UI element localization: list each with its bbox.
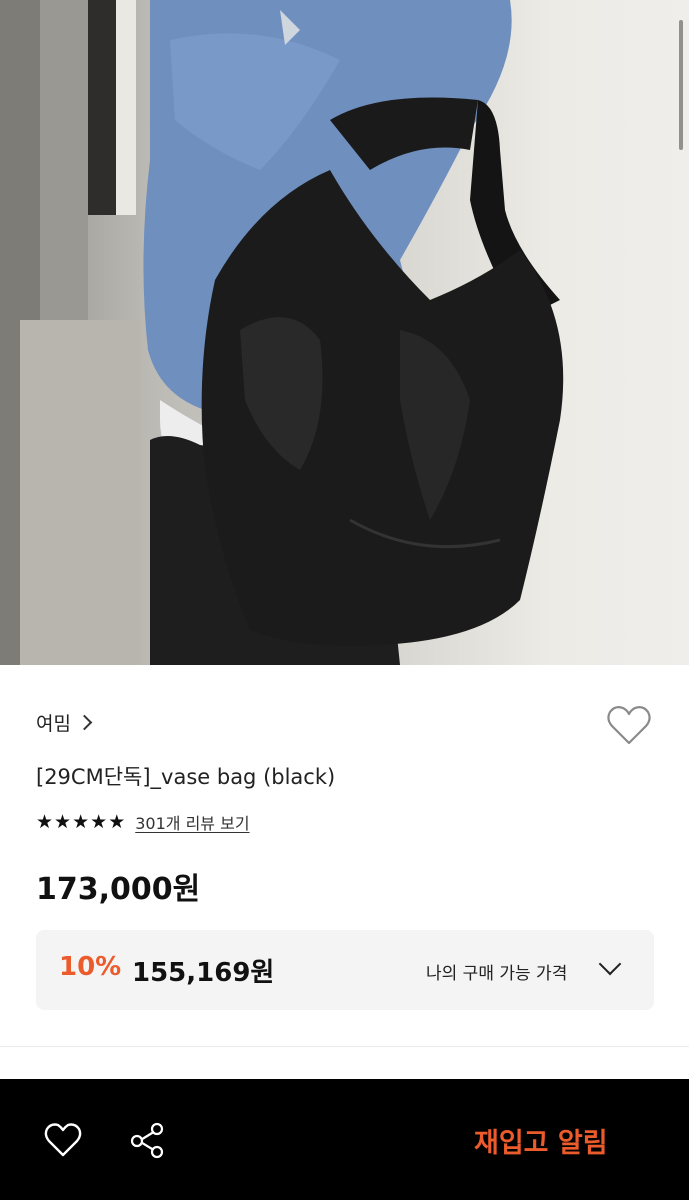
chevron-down-icon	[598, 952, 622, 976]
product-image	[0, 0, 689, 665]
star-icon: ★	[108, 811, 126, 833]
my-price-label: 나의 구매 가능 가격	[426, 964, 568, 984]
discount-percent: 10%	[59, 952, 122, 982]
share-icon	[130, 1122, 164, 1159]
heart-outline-icon	[607, 706, 651, 745]
product-photo	[0, 0, 564, 665]
brand-link[interactable]: 여밈	[36, 708, 93, 736]
star-icon: ★	[72, 811, 90, 833]
star-icon: ★	[36, 811, 54, 833]
product-price: 173,000원	[36, 872, 201, 907]
divider	[0, 1046, 689, 1047]
review-link[interactable]: 301개 리뷰 보기	[135, 810, 249, 834]
restock-alert-button[interactable]: 재입고 알림	[474, 1121, 608, 1160]
rating-stars: ★ ★ ★ ★ ★	[36, 811, 125, 833]
wishlist-button[interactable]	[606, 704, 652, 746]
chevron-right-icon	[76, 714, 93, 730]
product-title: [29CM단독]_vase bag (black)	[36, 765, 336, 789]
my-price-dropdown[interactable]: 10% 155,169원 나의 구매 가능 가격	[36, 930, 654, 1010]
discount-price: 155,169원	[132, 958, 275, 988]
star-icon: ★	[90, 811, 108, 833]
scrollbar[interactable]	[679, 20, 683, 150]
bottom-wishlist-button[interactable]	[44, 1122, 82, 1158]
brand-name: 여밈	[36, 712, 71, 735]
heart-outline-icon	[44, 1123, 82, 1157]
star-icon: ★	[54, 811, 72, 833]
rating-row: ★ ★ ★ ★ ★ 301개 리뷰 보기	[36, 810, 250, 834]
share-button[interactable]	[128, 1120, 168, 1160]
